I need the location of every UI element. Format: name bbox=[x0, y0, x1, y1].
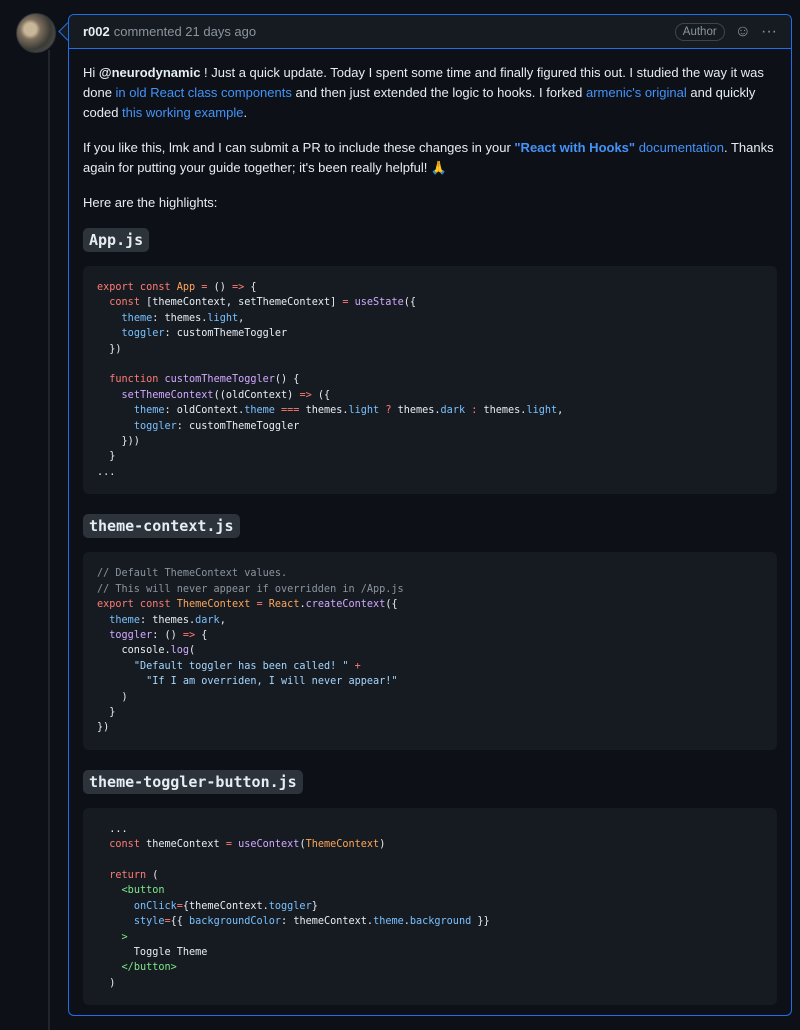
file-heading-theme-context: theme-context.js bbox=[83, 514, 777, 539]
code-block-theme-toggler[interactable]: ... const themeContext = useContext(Them… bbox=[83, 807, 777, 1006]
file-heading-theme-toggler: theme-toggler-button.js bbox=[83, 769, 777, 794]
file-heading-app: App.js bbox=[83, 228, 777, 252]
comment-body: Hi @neurodynamic ! Just a quick update. … bbox=[69, 49, 791, 1015]
react-with-hooks-link[interactable]: "React with Hooks" documentation bbox=[514, 140, 724, 155]
author-badge: Author bbox=[674, 22, 725, 41]
code-block-theme-context[interactable]: // Default ThemeContext values. // This … bbox=[83, 552, 777, 750]
paragraph-pr: If you like this, lmk and I can submit a… bbox=[83, 140, 774, 175]
comment-box: r002 commented 21 days ago Author ☺ ··· … bbox=[68, 14, 792, 1016]
mention-link[interactable]: @neurodynamic bbox=[99, 65, 201, 80]
smiley-icon[interactable]: ☺ bbox=[735, 23, 751, 40]
armenic-original-link[interactable]: armenic's original bbox=[586, 85, 687, 100]
paragraph-update: Hi @neurodynamic ! Just a quick update. … bbox=[83, 65, 764, 120]
class-components-link[interactable]: in old React class components bbox=[116, 85, 292, 100]
comment-author[interactable]: r002 bbox=[83, 24, 110, 39]
comment-timestamp[interactable]: commented 21 days ago bbox=[114, 24, 256, 39]
comment-header: r002 commented 21 days ago Author ☺ ··· bbox=[69, 15, 791, 49]
working-example-link[interactable]: this working example bbox=[122, 105, 243, 120]
code-block-app[interactable]: export const App = () => { const [themeC… bbox=[83, 266, 777, 495]
avatar[interactable] bbox=[16, 13, 56, 53]
timeline-line bbox=[48, 50, 50, 1030]
kebab-menu-icon[interactable]: ··· bbox=[761, 23, 777, 40]
paragraph-highlights: Here are the highlights: bbox=[83, 195, 218, 210]
